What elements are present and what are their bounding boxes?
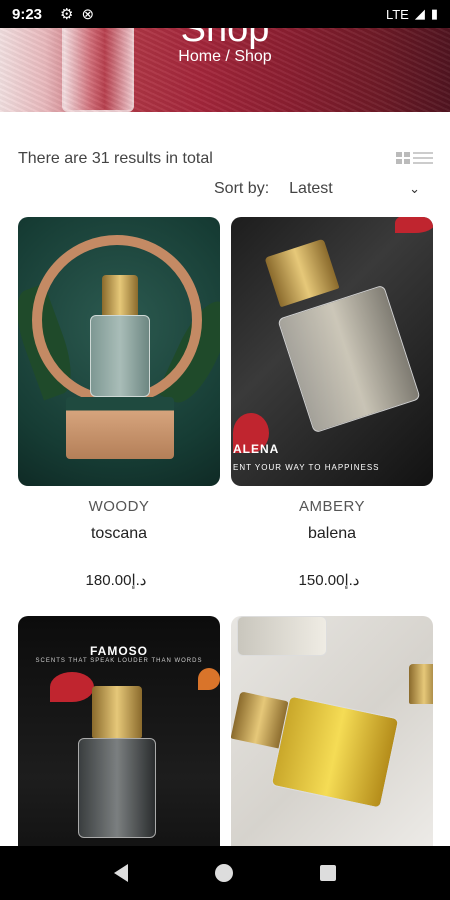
image-brand: FAMOSO	[89, 644, 148, 658]
sort-control[interactable]: Sort by: Latest ⌄	[214, 180, 420, 198]
plinth	[66, 397, 174, 459]
image-tagline: SCENTS THAT SPEAK LOUDER THAN WORDS	[35, 658, 203, 664]
product-price: د.إ180.00	[18, 571, 220, 589]
home-icon[interactable]	[214, 864, 233, 882]
shop-hero-banner: Shop Home / Shop	[0, 28, 450, 112]
product-category: WOODY	[88, 498, 150, 515]
product-card[interactable]	[231, 616, 433, 885]
sort-label: Sort by:	[214, 180, 270, 197]
bottle-cap	[92, 686, 142, 738]
signal-icon: ◢	[414, 6, 425, 21]
image-brand: ALENA	[233, 442, 280, 456]
back-icon[interactable]	[113, 864, 128, 882]
product-category: AMBERY	[298, 498, 366, 515]
perfume-bottle	[90, 315, 150, 397]
rose-petal	[50, 672, 94, 702]
currency-symbol: د.إ	[344, 572, 360, 589]
perfume-bottle	[270, 695, 400, 809]
status-time: 9:23	[12, 5, 43, 23]
product-price: د.إ150.00	[231, 571, 433, 589]
recent-apps-icon[interactable]	[320, 865, 337, 881]
image-tagline: ENT YOUR WAY TO HAPPINESS	[233, 463, 380, 472]
product-image[interactable]	[18, 217, 220, 486]
product-card[interactable]: FAMOSO SCENTS THAT SPEAK LOUDER THAN WOR…	[18, 616, 220, 885]
bottle-cap	[102, 275, 138, 317]
rose-petal	[395, 217, 433, 233]
bottle-cap	[409, 664, 433, 704]
product-card[interactable]: WOODY toscana د.إ180.00	[18, 217, 220, 589]
data-saver-icon: ⊗	[81, 6, 95, 23]
perfume-bottle	[78, 738, 156, 838]
grid-view-icon[interactable]	[396, 152, 410, 164]
results-count: There are 31 results in total	[18, 150, 213, 167]
product-image[interactable]: FAMOSO SCENTS THAT SPEAK LOUDER THAN WOR…	[18, 616, 220, 885]
gear-icon: ⚙	[60, 6, 74, 23]
perfume-bottle	[237, 616, 327, 656]
list-view-icon[interactable]	[413, 152, 433, 164]
view-toggle[interactable]	[396, 152, 433, 164]
android-nav-bar	[0, 846, 450, 900]
chevron-down-icon[interactable]: ⌄	[409, 181, 420, 197]
product-card[interactable]: ALENA ENT YOUR WAY TO HAPPINESS AMBERY b…	[231, 217, 433, 589]
product-name[interactable]: balena	[231, 525, 433, 543]
product-image[interactable]: ALENA ENT YOUR WAY TO HAPPINESS	[231, 217, 433, 486]
product-name[interactable]: toscana	[18, 525, 220, 543]
rose-petal	[198, 668, 220, 690]
price-value: 180.00	[85, 572, 132, 589]
perfume-bottle	[277, 284, 421, 434]
bottle-cap	[264, 238, 340, 308]
breadcrumb[interactable]: Home / Shop	[0, 48, 450, 66]
currency-symbol: د.إ	[131, 572, 147, 589]
status-bar: 9:23 ⚙ ⊗ LTE ◢ ▮	[0, 0, 450, 28]
price-value: 150.00	[298, 572, 345, 589]
product-image[interactable]	[231, 616, 433, 885]
network-label: LTE	[385, 6, 409, 22]
battery-icon: ▮	[430, 6, 438, 21]
sort-select[interactable]: Latest	[289, 180, 409, 198]
